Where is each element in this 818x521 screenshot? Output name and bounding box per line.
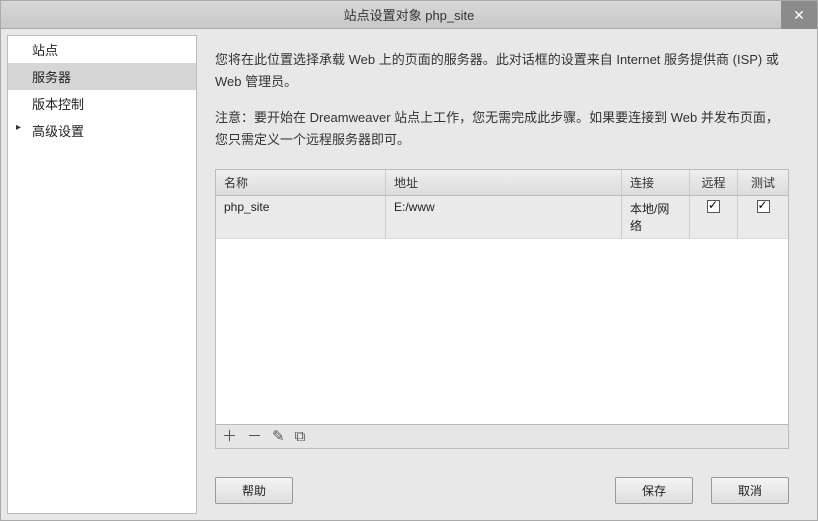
table-row[interactable]: php_site E:/www 本地/网络 — [216, 196, 788, 239]
site-setup-dialog: 站点设置对象 php_site ✕ 站点 服务器 版本控制 ▸ 高级设置 您将在… — [0, 0, 818, 521]
titlebar: 站点设置对象 php_site ✕ — [1, 1, 817, 29]
sidebar-item-label: 站点 — [32, 43, 58, 58]
sidebar-item-label: 高级设置 — [32, 124, 84, 139]
th-address[interactable]: 地址 — [386, 170, 622, 195]
dialog-title: 站点设置对象 php_site — [344, 5, 475, 24]
server-table: 名称 地址 连接 远程 测试 php_site E:/www 本地/网络 — [215, 169, 789, 449]
cell-remote — [690, 196, 738, 238]
close-button[interactable]: ✕ — [781, 1, 817, 29]
dialog-body: 站点 服务器 版本控制 ▸ 高级设置 您将在此位置选择承载 Web 上的页面的服… — [1, 29, 817, 520]
intro-text-1: 您将在此位置选择承载 Web 上的页面的服务器。此对话框的设置来自 Intern… — [215, 49, 789, 93]
table-toolbar: ＋ － ✎ ⧉ — [216, 424, 788, 448]
th-connection[interactable]: 连接 — [622, 170, 690, 195]
sidebar-item-advanced[interactable]: ▸ 高级设置 — [8, 117, 196, 144]
cell-connection: 本地/网络 — [622, 196, 690, 238]
table-body: php_site E:/www 本地/网络 — [216, 196, 788, 424]
remove-server-button[interactable]: － — [247, 429, 262, 444]
th-test[interactable]: 测试 — [738, 170, 788, 195]
add-server-button[interactable]: ＋ — [222, 429, 237, 444]
sidebar-item-version-control[interactable]: 版本控制 — [8, 90, 196, 117]
cancel-button[interactable]: 取消 — [711, 477, 789, 504]
duplicate-icon: ⧉ — [295, 428, 306, 445]
sidebar-item-label: 服务器 — [32, 70, 71, 85]
cell-name: php_site — [216, 196, 386, 238]
sidebar-item-label: 版本控制 — [32, 97, 84, 112]
edit-server-button[interactable]: ✎ — [272, 429, 285, 444]
main-panel: 您将在此位置选择承载 Web 上的页面的服务器。此对话框的设置来自 Intern… — [201, 35, 811, 514]
sidebar: 站点 服务器 版本控制 ▸ 高级设置 — [7, 35, 197, 514]
sidebar-item-server[interactable]: 服务器 — [8, 63, 196, 90]
cell-test — [738, 196, 788, 238]
dialog-buttons: 帮助 保存 取消 — [215, 477, 789, 504]
remote-checkbox[interactable] — [707, 200, 720, 213]
close-icon: ✕ — [793, 7, 805, 24]
test-checkbox[interactable] — [757, 200, 770, 213]
help-button[interactable]: 帮助 — [215, 477, 293, 504]
intro-text-2: 注意：要开始在 Dreamweaver 站点上工作，您无需完成此步骤。如果要连接… — [215, 107, 789, 151]
duplicate-server-button[interactable]: ⧉ — [295, 429, 306, 444]
table-header: 名称 地址 连接 远程 测试 — [216, 170, 788, 196]
plus-icon: ＋ — [222, 428, 237, 445]
minus-icon: － — [247, 428, 262, 445]
th-remote[interactable]: 远程 — [690, 170, 738, 195]
save-button[interactable]: 保存 — [615, 477, 693, 504]
caret-right-icon: ▸ — [16, 122, 21, 133]
sidebar-item-site[interactable]: 站点 — [8, 36, 196, 63]
cell-address: E:/www — [386, 196, 622, 238]
pencil-icon: ✎ — [272, 428, 285, 445]
th-name[interactable]: 名称 — [216, 170, 386, 195]
